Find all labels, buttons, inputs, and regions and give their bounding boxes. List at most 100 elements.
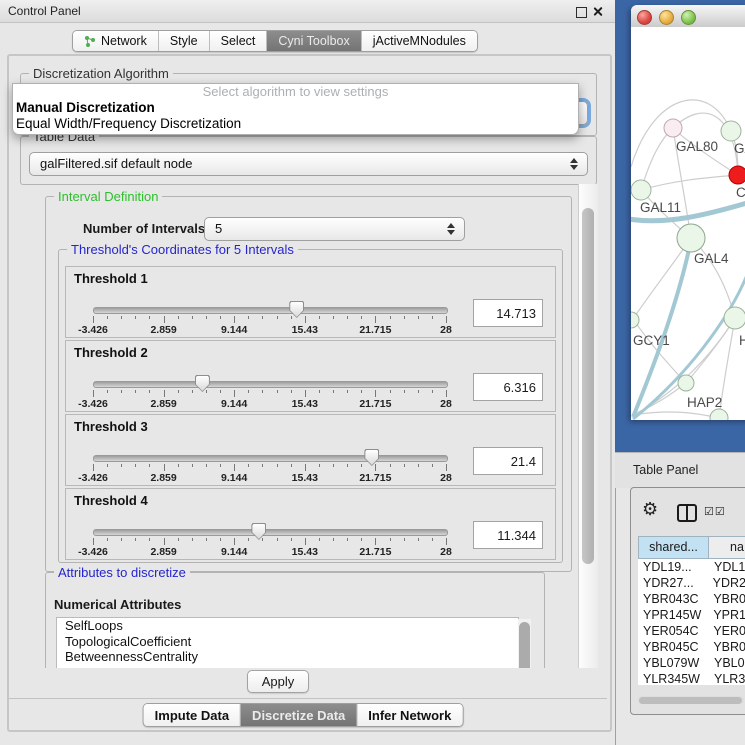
close-icon[interactable]: [592, 6, 603, 17]
column-header-shared[interactable]: shared...: [638, 536, 709, 559]
table-row[interactable]: YPR145WYPR1: [638, 607, 745, 623]
gear-icon[interactable]: ⚙: [642, 500, 658, 518]
network-edge[interactable]: [686, 318, 735, 383]
threshold-3-slider[interactable]: -3.4262.8599.14415.4321.71528: [93, 451, 446, 483]
GAL11-node[interactable]: [631, 180, 651, 200]
table-row[interactable]: YER054CYER0: [638, 623, 745, 639]
slider-tick: [305, 464, 306, 471]
threshold-2-value-field[interactable]: 6.316: [473, 373, 543, 401]
network-canvas[interactable]: GAL80GACGAL11GAL4GCY1HHAP2: [631, 27, 745, 420]
bottom-node[interactable]: [710, 409, 728, 420]
slider-tick: [319, 390, 320, 393]
slider-tick: [418, 538, 419, 541]
slider-tick: [93, 464, 94, 471]
column-header-name[interactable]: na: [709, 536, 745, 559]
cell-name[interactable]: YBL0: [709, 655, 745, 671]
attributes-list-scrollbar[interactable]: [518, 619, 531, 668]
cell-shared-name[interactable]: YLR345W: [638, 671, 709, 685]
threshold-1-value-field[interactable]: 14.713: [473, 299, 543, 327]
tab-select[interactable]: Select: [210, 31, 268, 51]
attribute-list-item[interactable]: BetweennessCentrality: [57, 649, 518, 665]
slider-tick: [206, 390, 207, 393]
tab-discretize-data[interactable]: Discretize Data: [241, 704, 357, 726]
slider-track[interactable]: [93, 381, 448, 388]
GAL80-node[interactable]: [664, 119, 682, 137]
tab-jactivemnodules[interactable]: jActiveMNodules: [362, 31, 477, 51]
dropdown-option-manual-discretization[interactable]: Manual Discretization: [13, 100, 578, 116]
cell-name[interactable]: YLR3: [709, 671, 745, 685]
table-row[interactable]: YLR345WYLR3: [638, 671, 745, 685]
cell-shared-name[interactable]: YBL079W: [638, 655, 709, 671]
slider-tick-label: 9.144: [221, 398, 247, 410]
cell-name[interactable]: YDR2: [708, 575, 745, 591]
table-row[interactable]: YBL079WYBL0: [638, 655, 745, 671]
table-row[interactable]: YBR045CYBR0: [638, 639, 745, 655]
threshold-4-value-field[interactable]: 11.344: [473, 521, 543, 549]
network-edge[interactable]: [631, 100, 731, 167]
cell-name[interactable]: YER0: [708, 623, 745, 639]
tab-impute-data[interactable]: Impute Data: [144, 704, 241, 726]
slider-tick: [262, 316, 263, 319]
float-window-icon[interactable]: [576, 7, 587, 18]
tab-cyni-toolbox[interactable]: Cyni Toolbox: [267, 31, 361, 51]
minimize-traffic-light[interactable]: [659, 10, 674, 25]
threshold-2-slider[interactable]: -3.4262.8599.14415.4321.71528: [93, 377, 446, 409]
network-window-titlebar[interactable]: [631, 5, 745, 28]
cell-name[interactable]: YBR0: [708, 639, 745, 655]
slider-tick: [262, 390, 263, 393]
attribute-list-item[interactable]: SelfLoops: [57, 618, 518, 634]
cell-shared-name[interactable]: YDL19...: [638, 559, 709, 575]
tab-network[interactable]: Network: [73, 31, 159, 51]
table-data-combobox[interactable]: galFiltered.sif default node: [29, 152, 588, 176]
right-node[interactable]: [724, 307, 745, 329]
cell-shared-name[interactable]: YDR27...: [638, 575, 708, 591]
close-traffic-light[interactable]: [637, 10, 652, 25]
numerical-attributes-list[interactable]: SelfLoopsTopologicalCoefficientBetweenne…: [56, 617, 519, 668]
zoom-traffic-light[interactable]: [681, 10, 696, 25]
cell-shared-name[interactable]: YBR043C: [638, 591, 708, 607]
cell-shared-name[interactable]: YPR145W: [638, 607, 708, 623]
slider-tick: [375, 316, 376, 323]
slider-tick: [361, 316, 362, 319]
scrollbar-thumb[interactable]: [519, 622, 530, 668]
slider-track[interactable]: [93, 529, 448, 536]
table-row[interactable]: YDL19...YDL1: [638, 559, 745, 575]
attribute-list-item[interactable]: TopologicalCoefficient: [57, 634, 518, 650]
cell-name[interactable]: YPR1: [708, 607, 745, 623]
slider-tick-label: 21.715: [359, 546, 391, 558]
slider-track[interactable]: [93, 455, 448, 462]
slider-track[interactable]: [93, 307, 448, 314]
network-edge[interactable]: [641, 175, 738, 190]
tab-style[interactable]: Style: [159, 31, 210, 51]
threshold-3-value-field[interactable]: 21.4: [473, 447, 543, 475]
slider-tick: [121, 538, 122, 541]
number-of-intervals-spinner[interactable]: 5: [204, 217, 465, 241]
apply-button[interactable]: Apply: [247, 670, 309, 693]
dropdown-option-equal-width-frequency[interactable]: Equal Width/Frequency Discretization: [13, 116, 578, 132]
column-layout-icon[interactable]: [677, 504, 697, 522]
scrollbar-thumb[interactable]: [582, 208, 594, 564]
threshold-4-slider[interactable]: -3.4262.8599.14415.4321.71528: [93, 525, 446, 557]
slider-tick-label: -3.426: [78, 546, 108, 558]
cell-name[interactable]: YDL1: [709, 559, 745, 575]
checkbox-pair-icon[interactable]: ☑☑: [704, 505, 726, 518]
table-row[interactable]: YDR27...YDR2: [638, 575, 745, 591]
network-edge[interactable]: [633, 412, 719, 418]
slider-tick-label: 2.859: [150, 472, 176, 484]
table-row[interactable]: YBR043CYBR0: [638, 591, 745, 607]
threshold-1-slider[interactable]: -3.4262.8599.14415.4321.71528: [93, 303, 446, 335]
top-right-node[interactable]: [721, 121, 741, 141]
GAL4-node[interactable]: [677, 224, 705, 252]
cell-shared-name[interactable]: YBR045C: [638, 639, 708, 655]
HAP2-node[interactable]: [678, 375, 694, 391]
scrollbar-thumb[interactable]: [639, 697, 742, 704]
slider-tick: [107, 316, 108, 319]
cell-shared-name[interactable]: YER054C: [638, 623, 708, 639]
cell-name[interactable]: YBR0: [708, 591, 745, 607]
table-horizontal-scrollbar[interactable]: [638, 696, 744, 704]
red-highlight-node[interactable]: [729, 166, 745, 184]
tab-infer-network[interactable]: Infer Network: [357, 704, 462, 726]
slider-tick-label: 21.715: [359, 398, 391, 410]
slider-tick: [319, 464, 320, 467]
settings-vertical-scrollbar[interactable]: [578, 184, 598, 668]
